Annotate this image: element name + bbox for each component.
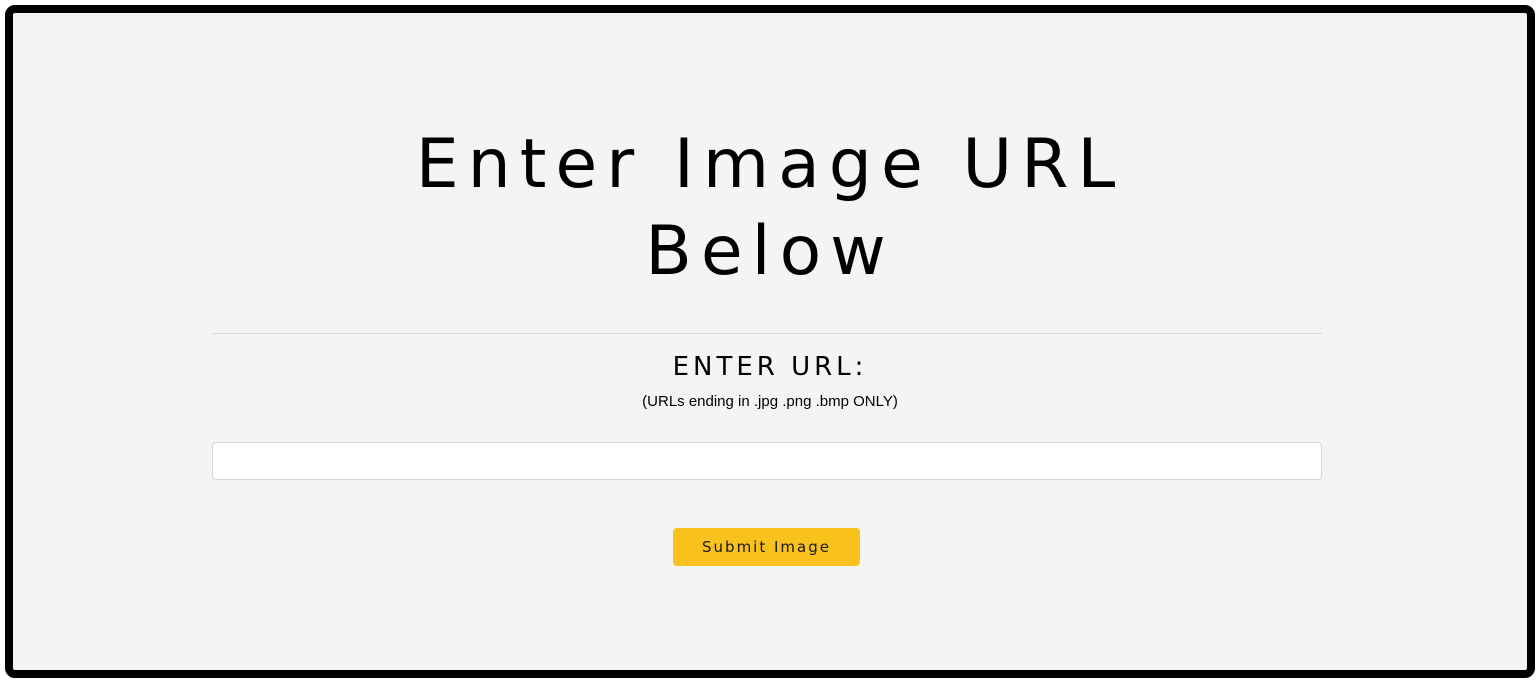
section-divider xyxy=(212,333,1322,334)
url-label: ENTER URL: xyxy=(672,352,868,382)
page-title-line-1: Enter Image URL xyxy=(415,125,1125,204)
url-format-hint: (URLs ending in .jpg .png .bmp ONLY) xyxy=(642,393,898,410)
submit-image-button[interactable]: Submit Image xyxy=(673,528,860,566)
page-frame: Enter Image URL Below ENTER URL: (URLs en… xyxy=(5,5,1535,678)
image-url-input[interactable] xyxy=(212,442,1322,480)
page-title-line-2: Below xyxy=(645,212,895,291)
page-title: Enter Image URL Below xyxy=(13,121,1527,295)
main-content: Enter Image URL Below ENTER URL: (URLs en… xyxy=(13,13,1527,670)
